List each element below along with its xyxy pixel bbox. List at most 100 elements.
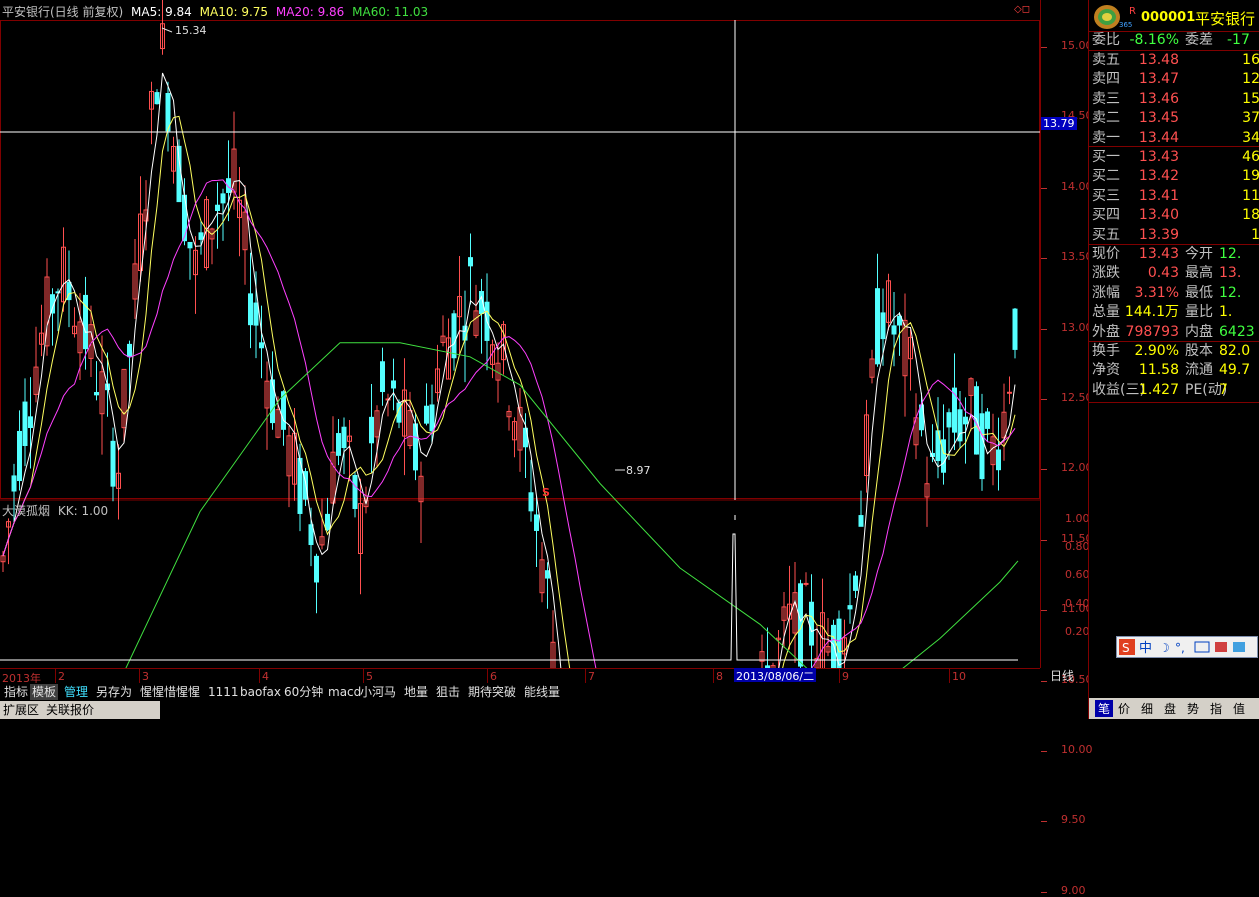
indicator-tab[interactable]: 管理 xyxy=(62,684,90,700)
extension-area-button[interactable]: 扩展区 xyxy=(3,701,39,719)
stat-l1: 涨跌 xyxy=(1092,265,1120,282)
candle-body xyxy=(198,232,204,240)
sell-row[interactable]: 卖一 13.44 34 xyxy=(1089,129,1259,148)
time-tick-mark xyxy=(55,669,56,683)
sell-row[interactable]: 卖四 13.47 12 xyxy=(1089,70,1259,89)
price-tick: 10.00 xyxy=(1061,743,1093,756)
indicator-tab[interactable]: 指标 xyxy=(2,684,30,700)
candle-body xyxy=(946,412,952,428)
time-tick: 6 xyxy=(490,670,497,683)
kline-chart[interactable] xyxy=(0,0,1040,668)
stat-row: 净资 11.58 流通 49.7 xyxy=(1089,361,1259,380)
stat-l2: 今开 xyxy=(1185,246,1213,262)
buy-price: 13.42 xyxy=(1138,168,1179,185)
stat-l1: 净资 xyxy=(1092,362,1120,379)
top-right-icons[interactable]: ◇◻ xyxy=(1014,4,1030,15)
indicator-tab[interactable]: 小河马 xyxy=(358,684,398,700)
buy-volume: 1 xyxy=(1251,226,1259,243)
stat-row: 现价 13.43 今开 12. xyxy=(1089,245,1259,264)
stat-v1: 0.43 xyxy=(1147,265,1179,282)
candle-body xyxy=(110,440,116,487)
buy-row[interactable]: 买三 13.41 11 xyxy=(1089,187,1259,206)
indicator-tab[interactable]: 地量 xyxy=(402,684,430,700)
sell-price: 13.46 xyxy=(1138,90,1179,107)
indicator-tab[interactable]: baofax xyxy=(238,684,283,700)
quote-tab[interactable]: 笔 xyxy=(1095,700,1114,717)
candle-body xyxy=(875,288,880,365)
stat-row: 涨跌 0.43 最高 13. xyxy=(1089,264,1259,283)
divider xyxy=(1089,402,1259,403)
quote-tab[interactable]: 值 xyxy=(1233,700,1245,717)
buy-label: 买三 xyxy=(1092,187,1120,204)
indicator-tab[interactable]: 狙击 xyxy=(434,684,462,700)
indicator-tab[interactable]: 另存为 xyxy=(94,684,134,700)
stat-l2: 流通 xyxy=(1185,362,1213,379)
candle-body xyxy=(545,570,550,579)
chart-area[interactable]: 平安银行(日线 前复权) MA5: 9.84 MA10: 9.75 MA20: … xyxy=(0,0,1040,668)
buy-row[interactable]: 买五 13.39 1 xyxy=(1089,226,1259,245)
time-tick-mark xyxy=(487,669,488,683)
cursor-price-tag: 13.79 xyxy=(1041,117,1077,130)
divider xyxy=(1089,146,1259,147)
indicator-name: 大漠孤烟 xyxy=(2,504,51,518)
indicator-tab[interactable]: 能线量 xyxy=(522,684,562,700)
chart-title: 平安银行(日线 前复权) xyxy=(2,5,124,19)
sell-price: 13.45 xyxy=(1138,110,1179,127)
candle-body xyxy=(11,475,17,492)
sell-label: 卖五 xyxy=(1092,52,1120,68)
period-label[interactable]: 日线 xyxy=(1050,667,1074,684)
indicator-tab[interactable]: 1111 xyxy=(206,684,241,700)
quote-tab[interactable]: 细 xyxy=(1141,700,1153,717)
weicha-label: 委差 xyxy=(1185,32,1213,48)
quote-panel-tabs: 笔价细盘势指值 xyxy=(1089,698,1259,719)
candle-body xyxy=(963,416,968,425)
sell-row[interactable]: 卖五 13.48 16 xyxy=(1089,51,1259,70)
candle-body xyxy=(831,624,836,668)
stat-v2: 13. xyxy=(1219,265,1242,282)
candle-body xyxy=(424,405,429,424)
indicator-tab[interactable]: 模板 xyxy=(30,684,59,700)
cursor-date-label: 2013/08/06/二 xyxy=(734,668,817,683)
high-marker-line xyxy=(161,27,173,33)
stat-l1: 涨幅 xyxy=(1092,284,1120,301)
indicator-tab[interactable]: 60分钟 xyxy=(282,684,325,700)
candle-body xyxy=(336,433,341,456)
linked-quote-button[interactable]: 关联报价 xyxy=(46,701,94,719)
stat-v1: 798793 xyxy=(1125,323,1179,340)
quote-tab[interactable]: 价 xyxy=(1118,700,1130,717)
stat-l2: 内盘 xyxy=(1185,323,1213,340)
candle-body xyxy=(891,325,897,335)
price-tick-mark xyxy=(1041,187,1047,189)
buy-row[interactable]: 买四 13.40 18 xyxy=(1089,206,1259,225)
buy-volume: 46 xyxy=(1242,149,1259,165)
candle-body xyxy=(308,524,314,546)
time-tick: 7 xyxy=(588,670,595,683)
ma5-label: MA5: 9.84 xyxy=(131,5,192,19)
price-tick-mark xyxy=(1041,891,1047,893)
sell-row[interactable]: 卖二 13.45 37 xyxy=(1089,109,1259,128)
buy-row[interactable]: 买一 13.43 46 xyxy=(1089,148,1259,167)
candle-body xyxy=(847,605,853,610)
stat-v2: 1. xyxy=(1219,304,1233,321)
indicator-tick: 1.00 xyxy=(1065,512,1090,525)
ime-toolbar[interactable]: S 中 ☽ °, xyxy=(1116,636,1258,658)
sell-row[interactable]: 卖三 13.46 15 xyxy=(1089,90,1259,109)
indicator-tab[interactable]: 期待突破 xyxy=(466,684,518,700)
buy-row[interactable]: 买二 13.42 19 xyxy=(1089,167,1259,186)
candle-body xyxy=(468,257,473,267)
ma60-line xyxy=(125,342,1019,668)
candle-body xyxy=(880,312,886,340)
svg-text:☽: ☽ xyxy=(1159,641,1170,655)
stat-v2: 7 xyxy=(1219,381,1228,398)
candle-body xyxy=(17,430,22,482)
weicha-value: -17 xyxy=(1227,32,1250,48)
quote-tab[interactable]: 指 xyxy=(1210,700,1222,717)
quote-tab[interactable]: 势 xyxy=(1187,700,1199,717)
time-tick-mark xyxy=(585,669,586,683)
ma60-label: MA60: 11.03 xyxy=(352,5,429,19)
quote-tab[interactable]: 盘 xyxy=(1164,700,1176,717)
indicator-line xyxy=(0,533,1018,661)
sell-label: 卖四 xyxy=(1092,71,1120,88)
s-marker: S xyxy=(542,486,550,499)
indicator-tab[interactable]: 惺惺惜惺惺 xyxy=(138,684,202,700)
